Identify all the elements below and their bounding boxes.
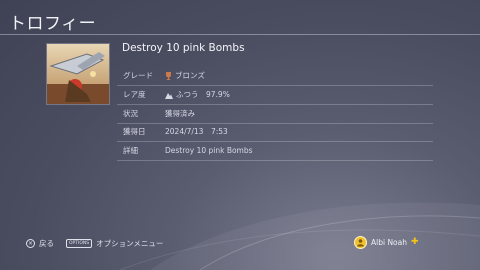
row-rarity: レア度 ふつう 97.9%: [117, 86, 433, 105]
row-earned-date: 獲得日 2024/7/13 7:53: [117, 123, 433, 142]
footer-hints: × 戻る OPTIONS オプションメニュー: [26, 238, 163, 249]
cross-button-icon[interactable]: ×: [26, 239, 35, 248]
header-divider: [0, 34, 480, 35]
user-name: Albi Noah: [371, 238, 407, 247]
row-label: 詳細: [123, 146, 138, 155]
row-status: 状況 獲得済み: [117, 105, 433, 124]
plus-icon: ✚: [411, 237, 419, 247]
back-label[interactable]: 戻る: [39, 238, 54, 249]
avatar: [354, 236, 367, 249]
page-title: トロフィー: [9, 14, 97, 34]
row-grade: グレード ブロンズ: [117, 67, 433, 86]
row-label: 状況: [123, 109, 138, 118]
status-value: 獲得済み: [165, 109, 195, 118]
row-label: レア度: [123, 90, 146, 99]
trophy-image: [46, 43, 110, 105]
trophy-name: Destroy 10 pink Bombs: [122, 42, 245, 54]
options-menu-label[interactable]: オプションメニュー: [96, 238, 163, 249]
options-button-icon[interactable]: OPTIONS: [66, 239, 93, 248]
earned-date-value: 2024/7/13 7:53: [165, 127, 228, 136]
user-info: Albi Noah ✚: [354, 236, 419, 249]
grade-value: ブロンズ: [175, 71, 205, 80]
row-details: 詳細 Destroy 10 pink Bombs: [117, 142, 433, 161]
bronze-trophy-icon: [166, 72, 171, 80]
rarity-value: ふつう 97.9%: [176, 90, 230, 99]
row-label: グレード: [123, 71, 153, 80]
row-label: 獲得日: [123, 127, 146, 136]
rarity-icon: [165, 92, 173, 99]
details-value: Destroy 10 pink Bombs: [165, 146, 253, 155]
